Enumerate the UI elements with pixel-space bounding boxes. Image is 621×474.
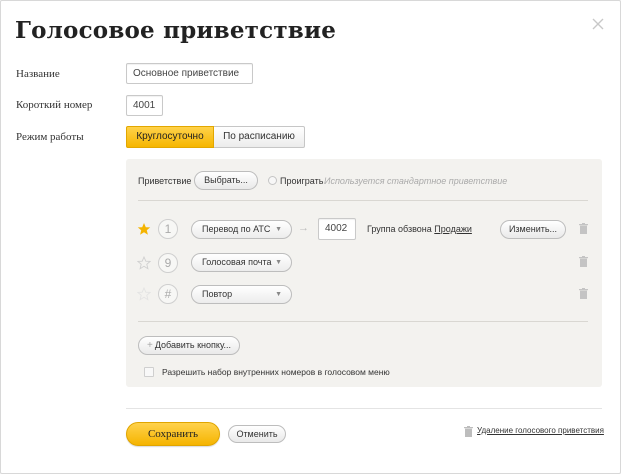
edit-button[interactable]: Изменить... [500, 220, 566, 239]
action-dropdown-value: Перевод по АТС [202, 224, 271, 234]
action-dropdown-value: Голосовая почта [202, 257, 272, 267]
add-key-button-label: Добавить кнопку... [154, 340, 232, 350]
greeting-label: Приветствие [138, 176, 192, 186]
plus-icon: + [147, 340, 153, 351]
play-label[interactable]: Проиграть [280, 176, 323, 186]
delete-greeting-link[interactable]: Удаление голосового приветствия [477, 426, 604, 435]
trash-icon[interactable] [579, 256, 588, 267]
chevron-down-icon: ▼ [275, 259, 282, 266]
transfer-number-input[interactable]: 4002 [318, 218, 356, 240]
trash-icon[interactable] [579, 288, 588, 299]
panel-divider [138, 321, 588, 322]
choose-greeting-button[interactable]: Выбрать... [194, 171, 258, 190]
play-radio[interactable] [268, 176, 277, 185]
allow-internal-checkbox[interactable] [144, 367, 154, 377]
star-icon[interactable] [137, 287, 151, 301]
mode-around-the-clock-button[interactable]: Круглосуточно [126, 126, 214, 148]
action-dropdown[interactable]: Перевод по АТС ▼ [191, 220, 292, 239]
group-label: Группа обзвона Продажи [367, 224, 472, 234]
voice-menu-panel: Приветствие Выбрать... Проиграть Использ… [126, 159, 602, 387]
trash-icon [464, 426, 473, 437]
star-icon[interactable] [137, 256, 151, 270]
name-input[interactable]: Основное приветствие [126, 63, 253, 84]
action-dropdown-value: Повтор [202, 289, 233, 299]
panel-divider [138, 200, 588, 201]
action-dropdown[interactable]: Повтор ▼ [191, 285, 292, 304]
close-icon[interactable] [589, 15, 607, 33]
standard-greeting-note: Используется стандартное приветствие [324, 176, 508, 186]
star-icon[interactable] [137, 222, 151, 236]
short-number-input[interactable]: 4001 [126, 95, 163, 116]
name-label: Название [16, 68, 60, 80]
arrow-right-icon: → [298, 222, 309, 234]
short-number-label: Короткий номер [16, 99, 93, 111]
action-dropdown[interactable]: Голосовая почта ▼ [191, 253, 292, 272]
footer-divider [126, 408, 602, 409]
group-link[interactable]: Продажи [434, 224, 472, 234]
save-button[interactable]: Сохранить [126, 422, 220, 446]
voice-greeting-dialog: Голосовое приветствие Название Основное … [0, 0, 621, 474]
key-badge: 9 [158, 253, 178, 273]
mode-switch: Круглосуточно По расписанию [126, 126, 305, 148]
allow-internal-label[interactable]: Разрешить набор внутренних номеров в гол… [162, 367, 390, 377]
mode-schedule-button[interactable]: По расписанию [214, 126, 305, 148]
key-badge: 1 [158, 219, 178, 239]
mode-label: Режим работы [16, 131, 84, 143]
cancel-button[interactable]: Отменить [228, 425, 286, 443]
chevron-down-icon: ▼ [275, 226, 282, 233]
dialog-title: Голосовое приветствие [15, 17, 337, 44]
add-key-button[interactable]: + Добавить кнопку... [138, 336, 240, 355]
trash-icon[interactable] [579, 223, 588, 234]
key-badge: # [158, 284, 178, 304]
chevron-down-icon: ▼ [275, 291, 282, 298]
